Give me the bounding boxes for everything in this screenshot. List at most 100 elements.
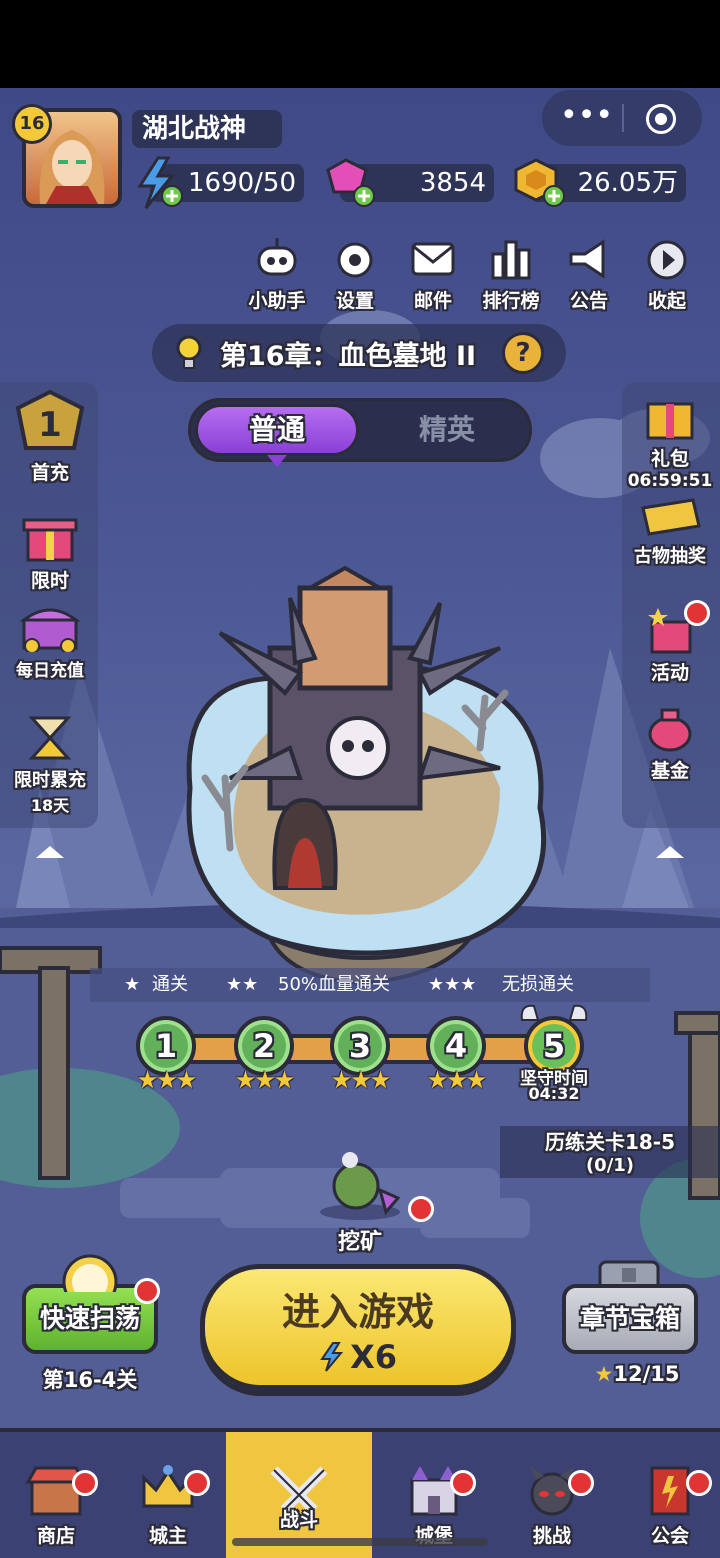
nav-label: 战斗 [279,1509,318,1531]
tab-elite[interactable]: 精英 [367,404,527,456]
stage-stars: ★★★ [130,1066,202,1094]
limited-cumulative-button[interactable]: 限时累充 18天 [2,712,98,816]
nav-label: 挑战 [532,1525,571,1547]
collapse-label: 收起 [647,290,686,312]
first-charge-button[interactable]: 1 首充 [2,389,98,485]
star-icon: ★ [234,1066,256,1094]
limited-button[interactable]: 限时 [2,512,98,593]
announcement-button[interactable]: 公告 [552,236,626,313]
star-icon: ★ [156,1066,177,1094]
tab-normal-label: 普通 [248,413,305,446]
chapter-chest-button[interactable]: 章节宝箱 [562,1284,698,1354]
assistant-button[interactable]: 小助手 [240,236,314,313]
mining-badge [408,1196,434,1222]
star-icon: ★ [136,1066,158,1094]
capsule-menu: ••• [542,90,702,146]
enter-game-button[interactable]: 进入游戏 X6 [200,1264,516,1390]
legend-three-star: ★★★ [428,974,477,995]
player-level-badge: 16 [12,104,52,144]
legend-two-star: ★★ [226,974,259,995]
star-icon: ★ [254,1066,275,1094]
stage-stars: ★★★ [228,1066,300,1094]
tab-normal[interactable]: 普通 [195,404,359,456]
stage-number: 1 [154,1027,178,1065]
trial-title: 历练关卡18-5 [544,1130,676,1154]
stage-stars: ★★★ [324,1066,396,1094]
quick-sweep-badge [134,1278,160,1304]
collapse-button[interactable]: 收起 [630,236,704,313]
boss-timer: 04:32 [528,1084,580,1103]
money-bag-icon [648,708,692,752]
gift-pack-button[interactable]: 礼包 06:59:51 [622,392,718,491]
fund-label: 基金 [650,760,689,782]
gift-pack-label: 礼包 [650,448,689,470]
settings-button[interactable]: 设置 [318,236,392,313]
relic-draw-button[interactable]: 古物抽奖 [622,496,718,568]
nav-label: 城主 [148,1525,187,1547]
legend-three-label: 无损通关 [502,974,574,995]
trial-panel[interactable]: 历练关卡18-5 (0/1) [500,1126,720,1178]
announcement-label: 公告 [569,290,608,312]
nav-item[interactable]: 公会 [614,1432,720,1558]
fund-button[interactable]: 基金 [622,702,718,783]
nav-badge [184,1470,210,1496]
tab-elite-label: 精英 [418,413,475,446]
ranking-button[interactable]: 排行榜 [474,236,548,313]
gem-icon[interactable] [320,156,376,210]
first-charge-badge-icon: 1 [15,389,85,450]
collapse-icon [647,240,687,280]
limited-label: 限时 [30,570,69,592]
megaphone-icon [569,239,605,279]
star-icon: ★ [273,1066,295,1094]
nav-badge [686,1470,712,1496]
nav-badge [450,1470,476,1496]
left-sidebar-expand-icon[interactable] [36,846,64,858]
gold-coin-icon[interactable] [512,156,568,210]
events-badge [684,600,710,626]
boss-horns-icon [518,1002,590,1022]
trial-progress: (0/1) [585,1155,635,1176]
star-icon: ★ [350,1066,371,1094]
ticket-icon [641,498,701,536]
legend-two-label: 50%血量通关 [278,974,391,995]
enter-cost: X6 [350,1338,398,1376]
energy-cost-icon [320,1342,344,1372]
relic-draw-label: 古物抽奖 [634,546,706,567]
gear-icon [337,242,373,278]
home-indicator [232,1538,488,1546]
mail-icon [411,242,455,276]
limited-cumulative-label: 限时累充 [14,770,86,791]
enter-game-label: 进入游戏 [281,1290,434,1334]
chest-progress-value: 12/15 [613,1362,680,1386]
daily-topup-button[interactable]: 每日充值 [2,600,98,681]
hourglass-icon [28,716,72,760]
right-sidebar-expand-icon[interactable] [656,846,684,858]
help-icon[interactable]: ? [502,332,544,374]
stage-number: 2 [252,1027,276,1065]
stage-number: 3 [348,1027,372,1065]
chest-progress: ★12/15 [582,1362,692,1386]
mail-button[interactable]: 邮件 [396,236,470,313]
star-icon: ★ [465,1066,487,1094]
star-icon: ★ [446,1066,467,1094]
nav-item[interactable]: 商店 [0,1432,112,1558]
more-options-icon[interactable]: ••• [560,101,613,134]
alarm-clock-icon [58,1252,122,1310]
stage-number: 4 [444,1027,468,1065]
mining-button[interactable]: 挖矿 [300,1148,420,1258]
ranking-label: 排行榜 [482,290,540,312]
nav-item[interactable]: 城主 [112,1432,224,1558]
nav-item[interactable]: 挑战 [496,1432,608,1558]
ranking-icon [491,240,531,280]
close-miniprogram-icon[interactable] [646,104,676,134]
capsule-divider [622,104,624,132]
treasure-chest-icon [19,608,81,654]
legend-one-label: 通关 [152,974,188,995]
bottom-nav: 商店 城主 战斗 城堡 挑战 公会 [0,1428,720,1558]
chapter-chest-label: 章节宝箱 [579,1304,680,1333]
star-icon: ★ [426,1066,448,1094]
nav-label: 公会 [650,1525,689,1547]
energy-icon[interactable] [132,156,184,210]
stage-stars: ★★★ [420,1066,492,1094]
first-charge-label: 首充 [30,462,69,484]
